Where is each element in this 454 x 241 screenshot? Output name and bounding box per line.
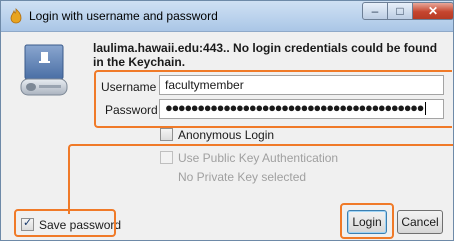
username-field[interactable]: facultymember xyxy=(159,75,444,95)
private-key-status: No Private Key selected xyxy=(178,170,307,184)
maximize-icon[interactable]: □ xyxy=(387,2,413,20)
window-title: Login with username and password xyxy=(29,9,218,23)
username-label: Username xyxy=(101,80,157,94)
save-password-checkbox[interactable] xyxy=(21,216,34,231)
save-password-label[interactable]: Save password xyxy=(39,218,121,232)
password-mask: ●●●●●●●●●●●●●●●●●●●●●●●●●●●●●●●●●●●●●●●● xyxy=(165,100,424,115)
anonymous-login-label[interactable]: Anonymous Login xyxy=(178,128,274,142)
anonymous-login-checkbox[interactable] xyxy=(160,128,173,141)
message-text: laulima.hawaii.edu:443.. No login creden… xyxy=(93,41,438,69)
login-dialog: Login with username and password – □ ✕ l… xyxy=(0,0,454,241)
app-icon xyxy=(10,8,22,24)
login-button[interactable]: Login xyxy=(347,210,387,234)
close-icon[interactable]: ✕ xyxy=(412,2,454,20)
text-caret xyxy=(425,102,427,116)
minimize-icon[interactable]: – xyxy=(362,2,388,20)
public-key-label: Use Public Key Authentication xyxy=(178,151,339,165)
title-bar[interactable]: Login with username and password – □ ✕ xyxy=(1,1,454,32)
drive-icon xyxy=(20,44,68,96)
password-field[interactable]: ●●●●●●●●●●●●●●●●●●●●●●●●●●●●●●●●●●●●●●●● xyxy=(159,99,444,119)
password-label: Password xyxy=(105,103,158,117)
public-key-checkbox xyxy=(160,151,173,164)
cancel-button[interactable]: Cancel xyxy=(397,210,443,234)
